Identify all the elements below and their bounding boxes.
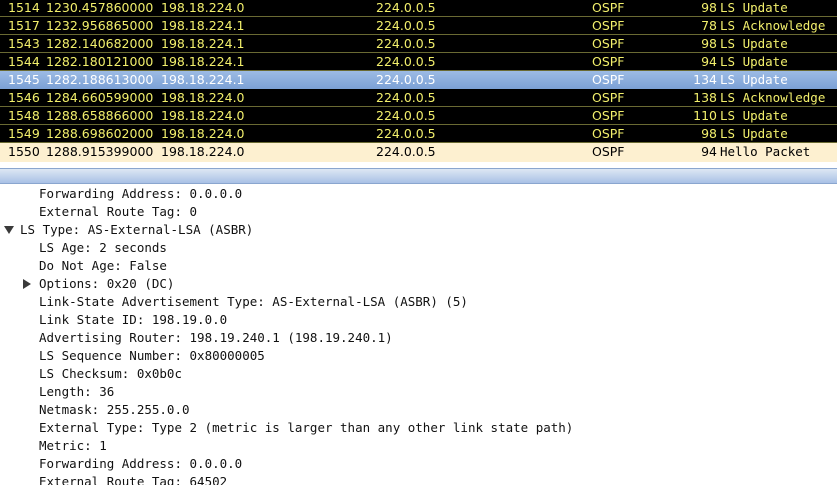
tree-field[interactable]: External Route Tag: 0: [39, 203, 197, 221]
packet-protocol: OSPF: [592, 54, 625, 69]
packet-time: 1288.698602000: [46, 126, 154, 141]
packet-destination: 224.0.0.5: [376, 72, 436, 87]
packet-time: 1282.140682000: [46, 36, 154, 51]
packet-length: 94: [701, 144, 717, 159]
packet-info: LS Update: [720, 54, 788, 69]
packet-number: 1546: [8, 90, 40, 105]
packet-protocol: OSPF: [592, 0, 625, 15]
packet-time: 1232.956865000: [46, 18, 154, 33]
packet-number: 1544: [8, 54, 40, 69]
packet-list[interactable]: 1514 1230.457860000 198.18.224.0 224.0.0.5 O…: [0, 0, 837, 162]
packet-length: 110: [693, 108, 717, 123]
tree-node[interactable]: LS Type: AS-External-LSA (ASBR): [20, 221, 253, 239]
tree-field[interactable]: Advertising Router: 198.19.240.1 (198.19…: [39, 329, 393, 347]
packet-time: 1288.658866000: [46, 108, 154, 123]
tree-field[interactable]: Forwarding Address: 0.0.0.0: [39, 455, 242, 473]
packet-info: LS Update: [720, 72, 788, 87]
packet-row-partial[interactable]: [0, 160, 837, 162]
packet-source: 198.18.224.1: [161, 18, 245, 33]
packet-details-tree[interactable]: Forwarding Address: 0.0.0.0 External Rout…: [0, 187, 837, 485]
tree-field[interactable]: Netmask: 255.255.0.0: [39, 401, 190, 419]
packet-source: 198.18.224.0: [161, 108, 245, 123]
packet-destination: 224.0.0.5: [376, 18, 436, 33]
collapse-triangle-icon[interactable]: [4, 226, 14, 234]
tree-field[interactable]: External Type: Type 2 (metric is larger …: [39, 419, 573, 437]
packet-protocol: OSPF: [592, 144, 625, 159]
packet-row-selected[interactable]: 1545 1282.188613000 198.18.224.1 224.0.0.5 O…: [0, 71, 837, 89]
pane-splitter[interactable]: [0, 164, 837, 188]
packet-number: 1548: [8, 108, 40, 123]
packet-protocol: OSPF: [592, 18, 625, 33]
packet-length: 98: [701, 0, 717, 15]
packet-protocol: OSPF: [592, 90, 625, 105]
packet-source: 198.18.224.0: [161, 90, 245, 105]
packet-length: 138: [693, 90, 717, 105]
packet-destination: 224.0.0.5: [376, 54, 436, 69]
packet-row[interactable]: 1514 1230.457860000 198.18.224.0 224.0.0.5 O…: [0, 0, 837, 17]
tree-field[interactable]: LS Sequence Number: 0x80000005: [39, 347, 265, 365]
packet-destination: 224.0.0.5: [376, 90, 436, 105]
tree-field[interactable]: External Route Tag: 64502: [39, 473, 227, 485]
packet-time: 1288.915399000: [46, 144, 154, 159]
packet-protocol: OSPF: [592, 108, 625, 123]
tree-node[interactable]: Options: 0x20 (DC): [39, 275, 174, 293]
packet-row[interactable]: 1549 1288.698602000 198.18.224.0 224.0.0.5 O…: [0, 125, 837, 143]
tree-field[interactable]: Length: 36: [39, 383, 114, 401]
packet-info: LS Update: [720, 108, 788, 123]
packet-length: 78: [701, 18, 717, 33]
packet-time: 1230.457860000: [46, 0, 154, 15]
packet-length: 98: [701, 36, 717, 51]
packet-row[interactable]: 1517 1232.956865000 198.18.224.1 224.0.0.5 O…: [0, 17, 837, 35]
packet-destination: 224.0.0.5: [376, 36, 436, 51]
packet-destination: 224.0.0.5: [376, 108, 436, 123]
packet-row[interactable]: 1548 1288.658866000 198.18.224.0 224.0.0.5 O…: [0, 107, 837, 125]
packet-info: LS Update: [720, 126, 788, 141]
packet-source: 198.18.224.0: [161, 144, 245, 159]
packet-row[interactable]: 1550 1288.915399000 198.18.224.0 224.0.0.5 O…: [0, 143, 837, 161]
packet-number: 1550: [8, 144, 40, 159]
packet-time: 1282.188613000: [46, 72, 154, 87]
packet-protocol: OSPF: [592, 36, 625, 51]
packet-protocol: OSPF: [592, 72, 625, 87]
packet-number: 1514: [8, 0, 40, 15]
packet-length: 134: [693, 72, 717, 87]
packet-source: 198.18.224.0: [161, 126, 245, 141]
tree-field[interactable]: Do Not Age: False: [39, 257, 167, 275]
packet-source: 198.18.224.1: [161, 54, 245, 69]
tree-field[interactable]: LS Age: 2 seconds: [39, 239, 167, 257]
packet-destination: 224.0.0.5: [376, 126, 436, 141]
tree-field[interactable]: LS Checksum: 0x0b0c: [39, 365, 182, 383]
tree-field[interactable]: Link State ID: 198.19.0.0: [39, 311, 227, 329]
packet-length: 98: [701, 126, 717, 141]
packet-length: 94: [701, 54, 717, 69]
packet-time: 1282.180121000: [46, 54, 154, 69]
packet-info: Hello Packet: [720, 144, 811, 159]
packet-info: LS Acknowledge: [720, 18, 826, 33]
packet-number: 1545: [8, 72, 40, 87]
tree-field[interactable]: Forwarding Address: 0.0.0.0: [39, 187, 242, 203]
tree-field[interactable]: Metric: 1: [39, 437, 107, 455]
splitter-handle[interactable]: [0, 168, 837, 184]
packet-destination: 224.0.0.5: [376, 0, 436, 15]
packet-row[interactable]: 1544 1282.180121000 198.18.224.1 224.0.0.5 O…: [0, 53, 837, 71]
packet-info: LS Update: [720, 0, 788, 15]
packet-destination: 224.0.0.5: [376, 144, 436, 159]
packet-source: 198.18.224.1: [161, 72, 245, 87]
packet-row[interactable]: 1546 1284.660599000 198.18.224.0 224.0.0.5 O…: [0, 89, 837, 107]
expand-triangle-icon[interactable]: [23, 279, 31, 289]
packet-row[interactable]: 1543 1282.140682000 198.18.224.1 224.0.0.5 O…: [0, 35, 837, 53]
packet-source: 198.18.224.0: [161, 0, 245, 15]
packet-protocol: OSPF: [592, 126, 625, 141]
tree-field[interactable]: Link-State Advertisement Type: AS-Extern…: [39, 293, 468, 311]
packet-time: 1284.660599000: [46, 90, 154, 105]
packet-info: LS Update: [720, 36, 788, 51]
packet-number: 1517: [8, 18, 40, 33]
packet-number: 1549: [8, 126, 40, 141]
packet-info: LS Acknowledge: [720, 90, 826, 105]
packet-number: 1543: [8, 36, 40, 51]
packet-source: 198.18.224.1: [161, 36, 245, 51]
